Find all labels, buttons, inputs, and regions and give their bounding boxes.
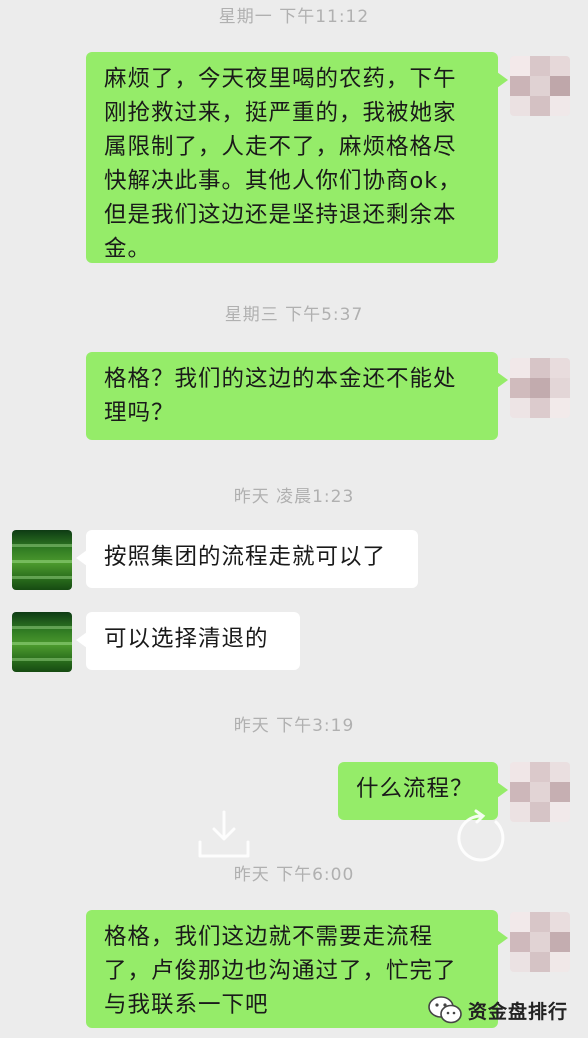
message-text-line: 了，卢俊那边也沟通过了，忙完了: [104, 958, 457, 984]
message-text-line: 格格？我们的这边的本金还不能处: [104, 366, 457, 392]
message-text-line: 什么流程？: [356, 776, 474, 802]
message-text-line: 可以选择清退的: [104, 626, 269, 652]
chat-view: 星期一 下午11:12 麻烦了，今天夜里喝的农药，下午 刚抢救过来，挺严重的，我…: [0, 0, 588, 1038]
message-bubble-outgoing[interactable]: 格格？我们的这边的本金还不能处 理吗？: [86, 352, 508, 440]
watermark-text: 资金盘排行: [468, 1000, 569, 1023]
contact-avatar[interactable]: [12, 530, 72, 590]
message-text-line: 快解决此事。其他人你们协商ok，: [104, 168, 462, 194]
wechat-icon: [428, 996, 462, 1024]
refresh-icon[interactable]: [452, 808, 512, 868]
timestamp: 星期一 下午11:12: [218, 7, 370, 27]
message-text-line: 按照集团的流程走就可以了: [104, 544, 387, 570]
message-bubble-incoming[interactable]: 按照集团的流程走就可以了: [76, 530, 418, 588]
watermark: 资金盘排行: [428, 992, 568, 1028]
message-text-line: 格格，我们这边就不需要走流程: [104, 924, 434, 950]
contact-avatar[interactable]: [12, 612, 72, 672]
download-icon[interactable]: [194, 808, 254, 860]
message-bubble-incoming[interactable]: 可以选择清退的: [76, 612, 300, 670]
sender-avatar-blurred[interactable]: [510, 56, 570, 116]
timestamp: 昨天 下午3:19: [233, 716, 355, 736]
message-text-line: 理吗？: [104, 400, 175, 426]
message-text-line: 属限制了，人走不了，麻烦格格尽: [104, 134, 457, 160]
message-text-line: 与我联系一下吧: [104, 992, 269, 1018]
timestamp: 星期三 下午5:37: [224, 305, 364, 325]
sender-avatar-blurred[interactable]: [510, 912, 570, 972]
message-bubble-outgoing[interactable]: 麻烦了，今天夜里喝的农药，下午 刚抢救过来，挺严重的，我被她家 属限制了，人走不…: [86, 52, 508, 263]
sender-avatar-blurred[interactable]: [510, 762, 570, 822]
message-text-line: 金。: [104, 236, 152, 262]
message-text-line: 但是我们这边还是坚持退还剩余本: [104, 202, 457, 228]
timestamp: 昨天 凌晨1:23: [233, 487, 355, 507]
message-text-line: 麻烦了，今天夜里喝的农药，下午: [104, 66, 457, 92]
message-text-line: 刚抢救过来，挺严重的，我被她家: [104, 100, 457, 126]
timestamp: 昨天 下午6:00: [233, 865, 355, 885]
sender-avatar-blurred[interactable]: [510, 358, 570, 418]
